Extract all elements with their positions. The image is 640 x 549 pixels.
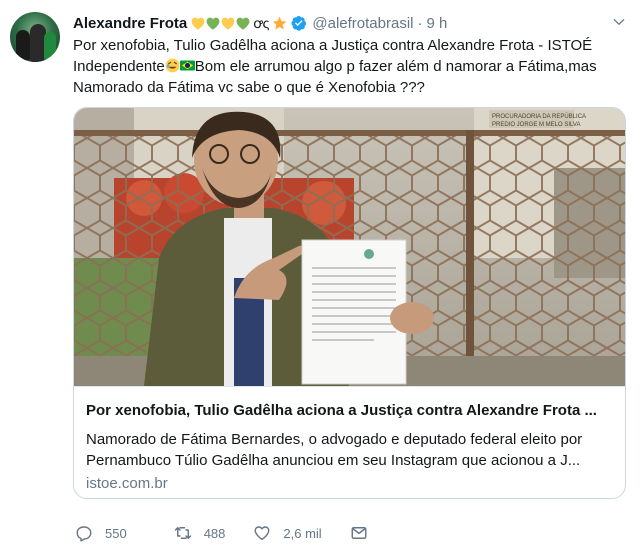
avatar-figure-right [44, 32, 56, 60]
reply-icon [76, 526, 92, 542]
author-name[interactable]: Alexandre Frota [73, 15, 187, 32]
rolling-laughing-icon [165, 58, 180, 73]
card-image[interactable]: PROCURADORIA DA REPÚBLICA PREDIO JORGE M… [74, 108, 625, 386]
chevron-down-icon[interactable] [612, 15, 626, 29]
tweet-timestamp[interactable]: 9 h [427, 15, 448, 32]
card-domain-text: istoe.com.br [86, 475, 168, 492]
separator-dot: · [417, 14, 423, 32]
tweet[interactable]: Alexandre Frota ꝍς @alefrotabrasil · 9 h… [0, 0, 640, 549]
avatar-figure-left [16, 30, 30, 60]
name-emojis: ꝍς [191, 14, 287, 33]
retweet-button[interactable]: 488 [174, 524, 226, 542]
author-handle[interactable]: @alefrotabrasil [312, 15, 413, 32]
yellow-heart-icon [221, 17, 235, 30]
card-body[interactable]: Por xenofobia, Tulio Gadêlha aciona a Ju… [74, 386, 625, 498]
direct-message-button[interactable] [350, 524, 368, 542]
name-suffix: ꝍς [253, 14, 270, 31]
link-card[interactable]: PROCURADORIA DA REPÚBLICA PREDIO JORGE M… [73, 107, 626, 499]
card-description: Namorado de Fátima Bernardes, o advogado… [86, 431, 583, 469]
avatar[interactable] [10, 12, 60, 62]
green-heart-icon [206, 17, 220, 30]
tweet-actions: 550 488 2,6 mil [73, 520, 368, 546]
tweet-header: Alexandre Frota ꝍς @alefrotabrasil · 9 h [73, 12, 447, 34]
retweet-count: 488 [203, 525, 226, 541]
like-button[interactable]: 2,6 mil [253, 524, 322, 542]
card-title[interactable]: Por xenofobia, Tulio Gadêlha aciona a Ju… [86, 402, 616, 419]
yellow-heart-icon [191, 17, 205, 30]
green-heart-icon [236, 17, 250, 30]
retweet-icon [174, 527, 191, 539]
tweet-text: Por xenofobia, Tulio Gadêlha aciona a Ju… [73, 35, 628, 98]
heart-icon [254, 526, 270, 541]
reply-count: 550 [105, 525, 127, 541]
star-icon [272, 16, 287, 31]
envelope-icon [351, 527, 367, 539]
verified-badge-icon [291, 16, 307, 31]
like-count: 2,6 mil [283, 525, 322, 541]
brazil-flag-icon [179, 60, 195, 71]
building-sign-2: PREDIO JORGE M MELO SILVA [492, 122, 580, 128]
reply-button[interactable]: 550 [75, 524, 127, 542]
building-sign: PROCURADORIA DA REPÚBLICA [492, 113, 586, 120]
card-domain: istoe.com.br [86, 475, 168, 492]
card-photo: PROCURADORIA DA REPÚBLICA PREDIO JORGE M… [74, 108, 625, 386]
